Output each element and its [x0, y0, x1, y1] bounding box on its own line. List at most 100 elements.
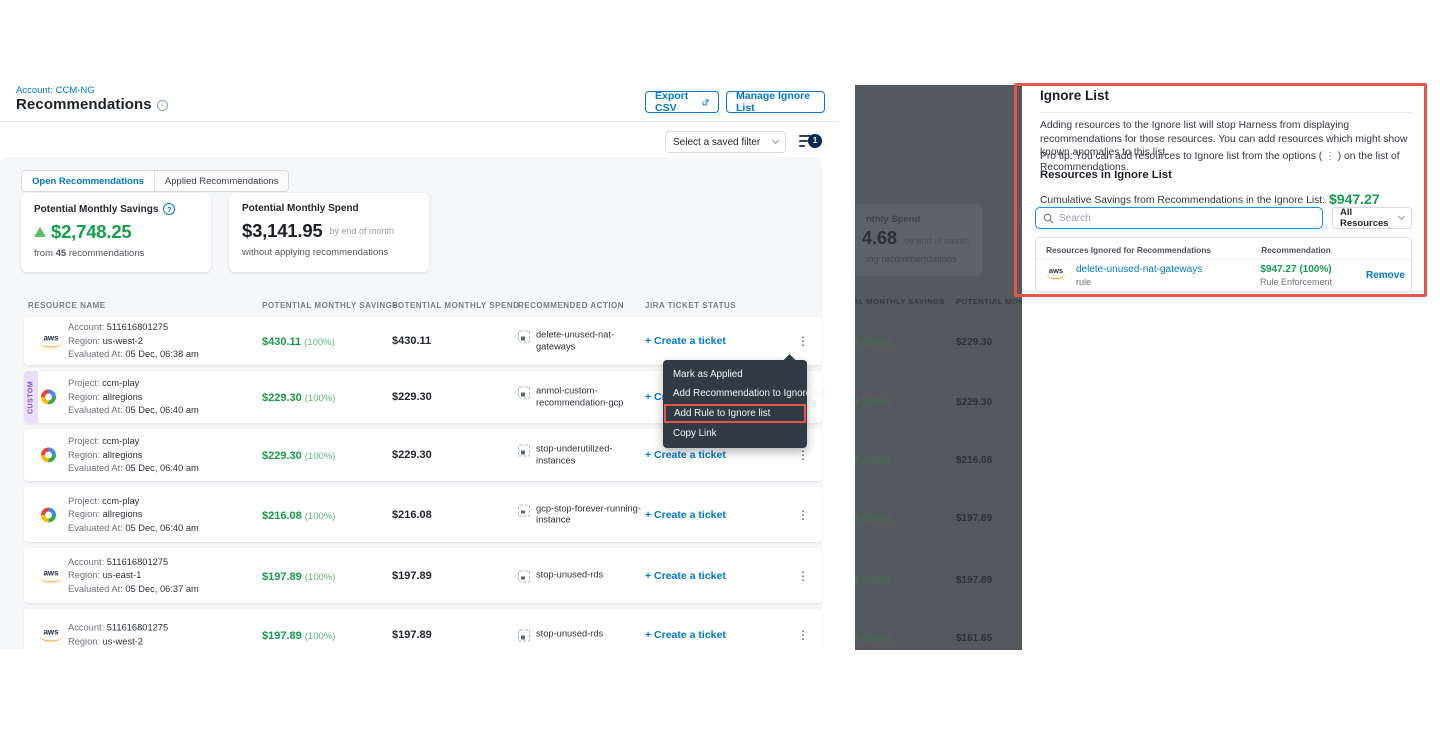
row-context-menu: Mark as AppliedAdd Recommendation to Ign…: [663, 360, 807, 448]
resources-filter-select[interactable]: All Resources: [1332, 207, 1412, 229]
recommended-action: stop-underutilized-instances: [518, 444, 646, 467]
recommendation-icon: [518, 387, 530, 399]
recommended-action: anmol-custom-recommendation-gcp: [518, 386, 646, 409]
recommendation-icon: [518, 570, 530, 582]
page-title: Recommendationsi: [16, 96, 168, 113]
savings-subtext: from 45 recommendations: [34, 248, 198, 259]
potential-savings-value: $229.30(100%): [262, 388, 335, 406]
filter-icon-button[interactable]: 1: [799, 133, 823, 151]
column-header-resource-name: RESOURCE NAME: [28, 301, 106, 310]
custom-badge: CUSTOM: [24, 371, 38, 423]
ignored-savings-value: $947.27 (100%): [1206, 264, 1386, 275]
manage-ignore-list-button[interactable]: Manage Ignore List: [726, 91, 825, 113]
potential-savings-value: $216.08(100%): [262, 506, 335, 524]
aws-logo-icon: aws: [40, 569, 62, 582]
potential-spend-value: $430.11: [392, 335, 431, 347]
recommended-action: stop-unused-rds: [518, 569, 646, 582]
recommendation-icon: [518, 504, 530, 516]
remove-link[interactable]: Remove: [1366, 270, 1405, 281]
table-row[interactable]: aws Account: 511616801275Region: us-west-…: [24, 609, 822, 650]
search-box: [1035, 207, 1323, 229]
potential-savings-value: $197.89(100%): [262, 626, 335, 644]
row-menu-button[interactable]: ⋮: [792, 506, 814, 524]
search-input[interactable]: [1059, 213, 1315, 224]
aws-logo-icon: aws: [1046, 267, 1066, 279]
recommended-action: stop-unused-rds: [518, 629, 646, 642]
row-menu-button[interactable]: ⋮: [792, 626, 814, 644]
potential-savings-value: $229.30(100%): [262, 446, 335, 464]
recommended-action: delete-unused-nat-gateways: [518, 330, 646, 353]
panel-divider: [1040, 112, 1412, 113]
create-ticket-link[interactable]: + Create a ticket: [645, 629, 726, 641]
row-menu-button[interactable]: ⋮: [792, 332, 814, 350]
potential-spend-value: $197.89: [392, 570, 432, 582]
row-menu-button[interactable]: ⋮: [792, 446, 814, 464]
potential-savings-value: $430.11(100%): [262, 332, 335, 350]
spend-value: $3,141.95: [242, 220, 323, 242]
resource-details: Project: ccm-playRegion: allregionsEvalu…: [68, 377, 199, 418]
savings-value: $2,748.25: [51, 221, 132, 243]
ignored-savings-source: Rule Enforcement: [1206, 277, 1386, 287]
menu-item[interactable]: Mark as Applied: [663, 365, 807, 384]
tab-applied-recommendations[interactable]: Applied Recommendations: [154, 171, 289, 191]
gcp-logo-icon: [41, 390, 56, 405]
create-ticket-link[interactable]: + Create a ticket: [645, 335, 726, 347]
breadcrumb[interactable]: Account: CCM-NG: [16, 85, 95, 96]
potential-spend-value: $197.89: [392, 629, 432, 641]
dimmed-background-page: nthly Spend 4.68 by end of month ing rec…: [855, 85, 1022, 650]
recommendations-tabs: Open Recommendations Applied Recommendat…: [21, 170, 289, 192]
dimmed-column-header: POTENTIAL MONTHL: [956, 297, 1022, 306]
menu-item[interactable]: Copy Link: [663, 424, 807, 443]
info-icon[interactable]: i: [157, 100, 168, 111]
recommendations-page: Account: CCM-NG Recommendationsi Export …: [0, 85, 840, 650]
resource-details: Account: 511616801275Region: us-west-2Ev…: [68, 321, 199, 362]
gcp-logo-icon: [41, 507, 56, 522]
cumulative-savings: Cumulative Savings from Recommendations …: [1040, 191, 1380, 207]
savings-icon: [34, 227, 46, 237]
kebab-menu-icon: ⋮: [1322, 151, 1338, 162]
aws-logo-icon: aws: [40, 629, 62, 642]
help-icon[interactable]: ?: [163, 203, 175, 215]
potential-spend-value: $229.30: [392, 391, 432, 403]
resource-details: Account: 511616801275Region: us-west-2: [68, 622, 168, 649]
export-csv-button[interactable]: Export CSV: [645, 91, 719, 113]
table-row[interactable]: Project: ccm-playRegion: allregionsEvalu…: [24, 487, 822, 542]
create-ticket-link[interactable]: + Create a ticket: [645, 570, 726, 582]
column-header-savings: POTENTIAL MONTHLY SAVINGS: [262, 301, 398, 310]
menu-item[interactable]: Add Recommendation to Ignore list: [663, 384, 807, 403]
external-link-icon: [702, 98, 709, 107]
create-ticket-link[interactable]: + Create a ticket: [645, 449, 726, 461]
aws-logo-icon: aws: [40, 335, 62, 348]
tab-open-recommendations[interactable]: Open Recommendations: [22, 171, 154, 191]
ignored-resource-link[interactable]: delete-unused-nat-gateways: [1076, 264, 1202, 275]
dimmed-spend-card: nthly Spend 4.68 by end of month ing rec…: [855, 204, 982, 276]
menu-item[interactable]: Add Rule to Ignore list: [664, 404, 806, 423]
filter-count-badge: 1: [808, 134, 822, 148]
row-menu-button[interactable]: ⋮: [792, 567, 814, 585]
ignore-list-panel: Ignore List Adding resources to the Igno…: [1022, 85, 1440, 650]
header-divider: [0, 121, 838, 122]
resource-details: Account: 511616801275Region: us-east-1Ev…: [68, 555, 199, 596]
potential-monthly-savings-card: Potential Monthly Savings? $2,748.25 fro…: [21, 193, 211, 272]
ignored-resource-type: rule: [1076, 277, 1091, 287]
potential-spend-value: $216.08: [392, 509, 432, 521]
table-row[interactable]: aws Account: 511616801275Region: us-east-…: [24, 548, 822, 603]
potential-spend-value: $229.30: [392, 449, 432, 461]
panel-title: Ignore List: [1040, 88, 1109, 103]
search-icon: [1043, 213, 1054, 224]
chevron-down-icon: [1398, 213, 1405, 220]
column-header-spend: POTENTIAL MONTHLY SPEND: [392, 301, 519, 310]
resource-details: Project: ccm-playRegion: allregionsEvalu…: [68, 435, 199, 476]
resources-heading: Resources in Ignore List: [1040, 169, 1172, 181]
spend-subtext: without applying recommendations: [242, 247, 416, 258]
gcp-logo-icon: [41, 448, 56, 463]
column-header-action: RECOMMENDED ACTION: [518, 301, 624, 310]
ignore-col-resources: Resources Ignored for Recommendations: [1046, 245, 1211, 255]
create-ticket-link[interactable]: + Create a ticket: [645, 509, 726, 521]
table-row[interactable]: aws Account: 511616801275Region: us-west-…: [24, 317, 822, 365]
recommended-action: gcp-stop-forever-running-instance: [518, 503, 646, 526]
chevron-down-icon: [772, 137, 779, 144]
dimmed-column-header: AL MONTHLY SAVINGS: [855, 297, 945, 306]
saved-filter-select[interactable]: Select a saved filter: [665, 131, 786, 153]
column-header-jira: JIRA TICKET STATUS: [645, 301, 736, 310]
